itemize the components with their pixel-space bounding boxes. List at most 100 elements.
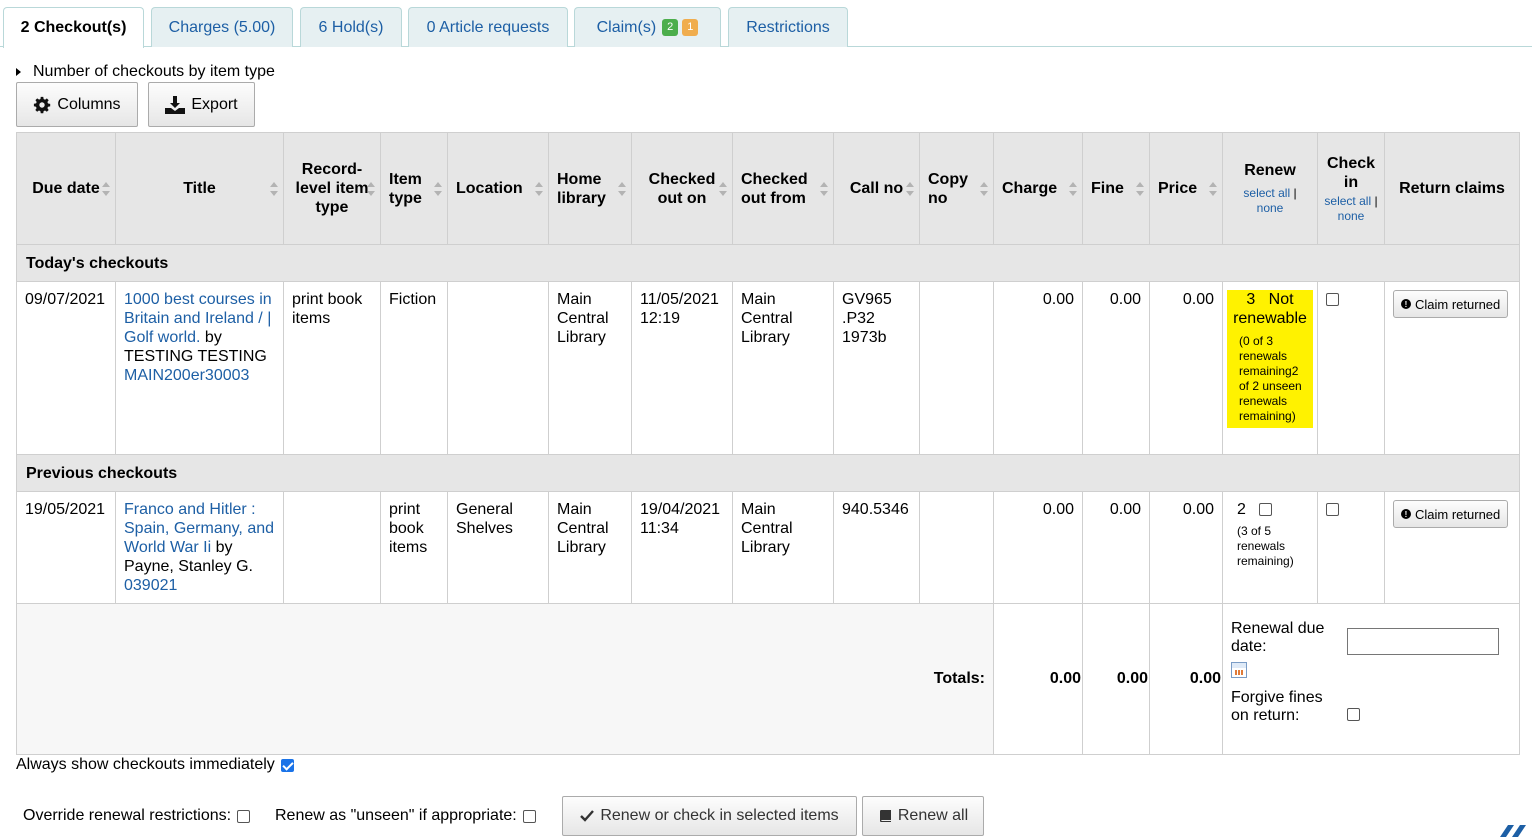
barcode-link[interactable]: MAIN200er30003 xyxy=(124,367,249,384)
sort-icon xyxy=(618,181,626,196)
col-home-library[interactable]: Home library xyxy=(548,132,632,245)
total-charge: 0.00 xyxy=(993,603,1083,755)
col-charge[interactable]: Charge xyxy=(993,132,1083,245)
tab-checkouts-label: 2 Checkout(s) xyxy=(20,19,127,36)
sort-icon xyxy=(535,181,543,196)
checkin-select-none-link[interactable]: none xyxy=(1338,209,1365,223)
col-call-no[interactable]: Call no xyxy=(833,132,920,245)
tab-restrictions[interactable]: Restrictions xyxy=(728,7,848,47)
table-row: 19/05/2021 Franco and Hitler : Spain, Ge… xyxy=(16,491,1520,604)
tab-article-requests[interactable]: 0 Article requests xyxy=(408,7,568,47)
always-show-row: Always show checkouts immediately xyxy=(16,756,294,774)
renew-line: 2 xyxy=(1237,500,1313,519)
renew-checkin-selected-button[interactable]: Renew or check in selected items xyxy=(562,796,857,836)
sort-icon xyxy=(906,181,914,196)
renew-select-none-link[interactable]: none xyxy=(1257,201,1284,215)
renewal-due-date-input[interactable] xyxy=(1347,628,1499,655)
charge-cell: 0.00 xyxy=(993,281,1083,455)
title-link[interactable]: 1000 best courses in Britain and Ireland… xyxy=(124,291,272,346)
due-date-cell: 09/07/2021 xyxy=(16,281,116,455)
forgive-fines-checkbox[interactable] xyxy=(1347,708,1360,721)
record-level-item-type-cell: print book items xyxy=(283,281,381,455)
col-checked-out-on-label: Checked out on xyxy=(648,170,716,207)
checkouts-table: Due date Title Record-level item type It… xyxy=(16,132,1520,755)
sort-icon xyxy=(102,181,110,196)
checkin-checkbox[interactable] xyxy=(1326,503,1339,517)
sort-icon xyxy=(1069,181,1077,196)
claims-badge-orange: 1 xyxy=(682,19,699,36)
claim-returned-label: Claim returned xyxy=(1415,296,1501,312)
renew-count: 2 xyxy=(1237,501,1246,518)
group-today: Today's checkouts xyxy=(16,244,1520,282)
sort-icon xyxy=(434,181,442,196)
tab-claims[interactable]: Claim(s) 2 1 xyxy=(574,7,721,47)
by-label: by xyxy=(204,329,222,346)
fine-cell: 0.00 xyxy=(1082,491,1150,604)
renew-select-separator: | xyxy=(1293,186,1297,200)
override-checkbox[interactable] xyxy=(237,809,251,823)
checkin-cell xyxy=(1317,491,1385,604)
location-cell: General Shelves xyxy=(447,491,549,604)
col-return-claims: Return claims xyxy=(1384,132,1520,245)
always-show-label: Always show checkouts immediately xyxy=(16,756,275,773)
title-cell: 1000 best courses in Britain and Ireland… xyxy=(115,281,284,455)
unseen-checkbox[interactable] xyxy=(522,809,536,823)
col-item-type[interactable]: Item type xyxy=(380,132,448,245)
export-button[interactable]: Export xyxy=(148,82,255,127)
col-title[interactable]: Title xyxy=(115,132,284,245)
renewal-options-cell: Renewal due date: Forgive fines on retur… xyxy=(1222,603,1520,755)
tab-checkouts[interactable]: 2 Checkout(s) xyxy=(3,7,144,48)
unseen-label: Renew as "unseen" if appropriate: xyxy=(275,807,517,824)
checkin-checkbox[interactable] xyxy=(1326,293,1339,307)
col-copy-no[interactable]: Copy no xyxy=(919,132,994,245)
check-icon xyxy=(580,810,595,822)
col-record-level-item-type[interactable]: Record-level item type xyxy=(283,132,381,245)
copy-no-cell xyxy=(919,281,994,455)
col-price[interactable]: Price xyxy=(1149,132,1223,245)
sort-icon xyxy=(367,181,375,196)
columns-label: Columns xyxy=(57,95,121,113)
tab-holds[interactable]: 6 Hold(s) xyxy=(300,7,402,47)
expand-triangle-icon xyxy=(16,68,21,76)
renew-select-all-link[interactable]: select all xyxy=(1243,186,1290,200)
col-location[interactable]: Location xyxy=(447,132,549,245)
tab-charges[interactable]: Charges (5.00) xyxy=(151,7,293,47)
renew-checkbox[interactable] xyxy=(1259,503,1273,517)
columns-button[interactable]: Columns xyxy=(16,82,138,127)
override-row: Override renewal restrictions: xyxy=(23,807,251,825)
group-today-label: Today's checkouts xyxy=(26,254,169,272)
claim-returned-button[interactable]: ! Claim returned xyxy=(1393,500,1509,528)
book-icon xyxy=(879,810,891,822)
barcode-link[interactable]: 039021 xyxy=(124,577,177,594)
renew-all-label: Renew all xyxy=(897,807,969,824)
claim-returned-button[interactable]: ! Claim returned xyxy=(1393,290,1509,318)
calendar-button[interactable] xyxy=(1231,662,1511,683)
always-show-checkbox[interactable] xyxy=(280,758,294,772)
col-check-in: Check in select all | none xyxy=(1317,132,1385,245)
group-previous-label: Previous checkouts xyxy=(26,464,178,482)
checkin-select-all-link[interactable]: select all xyxy=(1324,194,1371,208)
sort-icon xyxy=(719,181,727,196)
fine-cell: 0.00 xyxy=(1082,281,1150,455)
sort-icon xyxy=(270,181,278,196)
renew-all-button[interactable]: Renew all xyxy=(862,796,984,836)
col-item-type-label: Item type xyxy=(389,170,422,207)
renew-select-links: select all | none xyxy=(1231,186,1309,216)
total-price: 0.00 xyxy=(1149,603,1223,755)
tab-claims-label: Claim(s) xyxy=(596,18,657,36)
title-link[interactable]: Franco and Hitler : Spain, Germany, and … xyxy=(124,501,274,556)
sort-icon xyxy=(1136,181,1144,196)
author-text: Payne, Stanley G. xyxy=(124,558,253,575)
home-library-cell: Main Central Library xyxy=(548,281,632,455)
checkouts-by-type-toggle[interactable]: Number of checkouts by item type xyxy=(16,63,275,81)
col-checked-out-on[interactable]: Checked out on xyxy=(631,132,733,245)
renew-cell: 3 Not renewable (0 of 3 renewals remaini… xyxy=(1222,281,1318,455)
download-icon xyxy=(165,95,186,114)
col-due-date[interactable]: Due date xyxy=(16,132,116,245)
col-fine[interactable]: Fine xyxy=(1082,132,1150,245)
renewal-due-date-label: Renewal due date: xyxy=(1231,620,1325,655)
copy-no-cell xyxy=(919,491,994,604)
col-location-label: Location xyxy=(456,180,523,197)
col-checked-out-from[interactable]: Checked out from xyxy=(732,132,834,245)
sort-icon xyxy=(1209,181,1217,196)
